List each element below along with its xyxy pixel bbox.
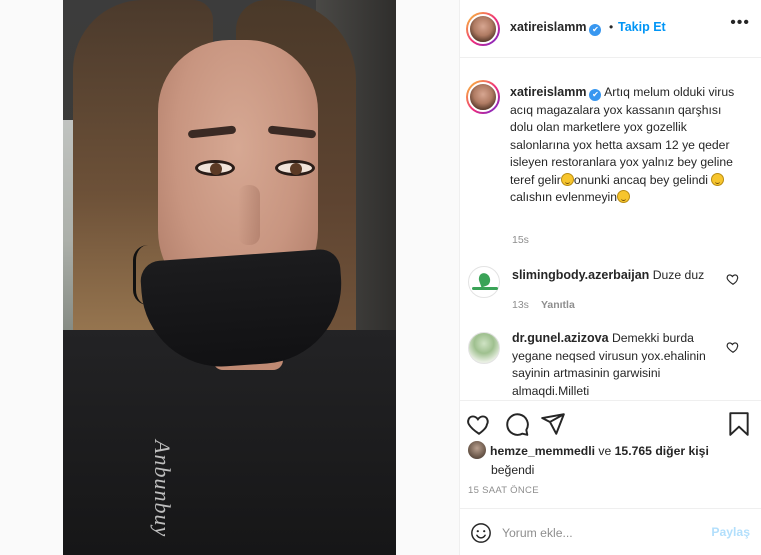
- separator: •: [609, 20, 614, 34]
- comment-meta: 13s Yanıtla: [512, 299, 575, 311]
- heart-icon[interactable]: [466, 411, 492, 437]
- comment-icon[interactable]: [504, 411, 530, 437]
- share-icon[interactable]: [540, 411, 566, 437]
- commenter-avatar[interactable]: [468, 266, 500, 298]
- eye: [195, 160, 235, 176]
- comment-time[interactable]: 13s: [512, 299, 529, 311]
- commenter-username[interactable]: slimingbody.azerbaijan: [512, 268, 649, 282]
- caption-body: Artıq melum olduki virus acıq magazalara…: [510, 85, 735, 187]
- caption-text: xatireislamm ✔ Artıq melum olduki virus a…: [510, 84, 742, 207]
- shirt-print: Anbunbuy: [150, 440, 175, 538]
- caption-body-2: onunki ancaq bey gelindi: [573, 172, 708, 187]
- emoji-icon[interactable]: [470, 522, 492, 544]
- likes-count[interactable]: 15.765 diğer kişi: [615, 444, 709, 458]
- heart-icon[interactable]: [726, 340, 740, 354]
- add-comment-bar: Paylaş: [460, 508, 761, 555]
- comment-text: slimingbody.azerbaijan Duze duz: [512, 267, 730, 285]
- photo-panel: Anbunbuy: [0, 0, 459, 555]
- caption-body-3: calıshın evlenmeyin: [510, 190, 618, 204]
- caption-username[interactable]: xatireislamm: [510, 85, 586, 99]
- commenter-avatar[interactable]: [468, 332, 500, 364]
- nose: [238, 185, 260, 245]
- post-side-panel: xatireislamm ✔ • Takip Et ••• xatireislam…: [459, 0, 761, 555]
- comment-input[interactable]: [502, 523, 702, 543]
- likes-summary: hemze_memmedli ve 15.765 diğer kişi beğe…: [468, 441, 748, 480]
- follow-button[interactable]: Takip Et: [618, 20, 666, 34]
- comment-body: Duze duz: [652, 268, 705, 282]
- post-photo[interactable]: Anbunbuy: [63, 0, 396, 555]
- author-username[interactable]: xatireislamm ✔: [510, 20, 602, 36]
- verified-icon: ✔: [589, 89, 602, 101]
- liker-username[interactable]: hemze_memmedli: [490, 444, 595, 458]
- reply-button[interactable]: Yanıtla: [541, 299, 575, 311]
- bookmark-icon[interactable]: [726, 411, 752, 437]
- comment-text: dr.gunel.azizova Demekki burda yegane ne…: [512, 330, 730, 400]
- eye: [275, 160, 315, 176]
- comments-list[interactable]: xatireislamm ✔ Artıq melum olduki virus a…: [460, 58, 761, 400]
- author-avatar[interactable]: [466, 12, 500, 46]
- post-timestamp[interactable]: 15 SAAT ÖNCE: [468, 485, 539, 496]
- instagram-post-modal: Anbunbuy xatireislamm ✔ • Takip Et ••• xa…: [0, 0, 761, 555]
- laughing-emoji-icon: [711, 172, 725, 186]
- liker-avatar[interactable]: [468, 441, 486, 459]
- author-avatar[interactable]: [466, 80, 500, 114]
- smiling-emoji-icon: [617, 190, 631, 203]
- heart-icon[interactable]: [726, 272, 740, 286]
- more-icon[interactable]: •••: [730, 14, 750, 32]
- post-header: xatireislamm ✔ • Takip Et •••: [460, 0, 761, 58]
- laughing-emoji-icon: [560, 172, 574, 186]
- commenter-username[interactable]: dr.gunel.azizova: [512, 331, 609, 345]
- caption-time[interactable]: 15s: [512, 234, 529, 246]
- post-comment-button[interactable]: Paylaş: [711, 525, 750, 539]
- verified-icon: ✔: [589, 24, 602, 36]
- likes-suffix: beğendi: [491, 463, 535, 477]
